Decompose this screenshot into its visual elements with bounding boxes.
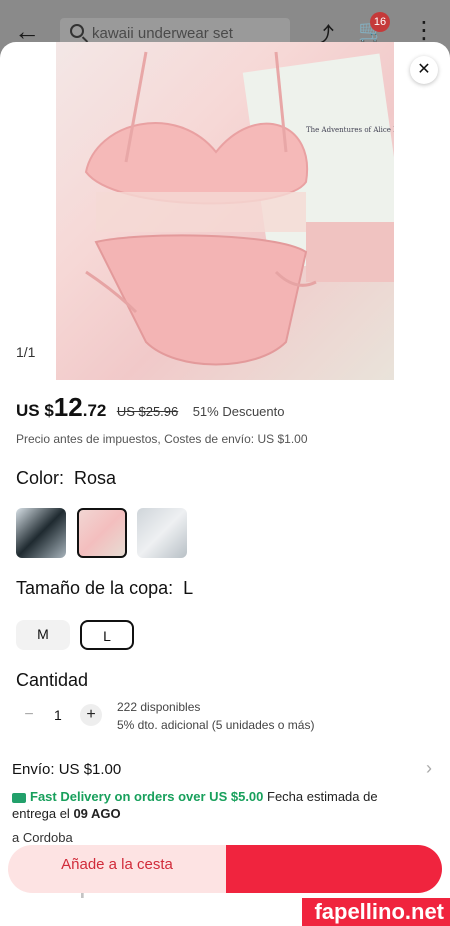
book-cover-text: The Adventures of Alice Lovelier by ALEX… <box>306 126 394 134</box>
quantity-value[interactable]: 1 <box>54 707 62 723</box>
price-integer: 12 <box>53 392 83 422</box>
truck-icon <box>12 792 26 803</box>
cart-count-badge: 16 <box>370 12 390 32</box>
quantity-label: Cantidad <box>16 670 89 690</box>
stock-available: 222 disponibles <box>117 700 201 714</box>
add-to-cart-button[interactable]: Añade a la cesta <box>8 845 226 893</box>
price-decimal: .72 <box>82 401 107 420</box>
cup-size-label: Tamaño de la copa: L <box>16 578 194 598</box>
search-icon <box>70 24 84 38</box>
delivery-date: 09 AGO <box>73 806 121 821</box>
quantity-plus-button[interactable]: + <box>80 704 102 726</box>
shipping-label[interactable]: Envío: US $1.00 <box>12 761 121 778</box>
quantity-minus-button[interactable]: − <box>18 704 40 726</box>
search-query: kawaii underwear set <box>92 25 233 42</box>
sku-bottom-sheet: The Adventures of Alice Lovelier by ALEX… <box>0 42 450 926</box>
original-price: US $25.96 <box>116 404 179 419</box>
product-image[interactable]: The Adventures of Alice Lovelier by ALEX… <box>56 42 394 380</box>
size-option-m[interactable]: M <box>16 620 70 650</box>
color-swatch-white[interactable] <box>137 508 187 558</box>
destination: a Cordoba <box>12 830 73 845</box>
buy-now-button[interactable] <box>226 845 442 893</box>
bulk-discount-note: 5% dto. adicional (5 unidades o más) <box>117 718 315 732</box>
color-swatch-black[interactable] <box>16 508 66 558</box>
image-counter: 1/1 <box>16 344 36 360</box>
color-label: Color: Rosa <box>16 468 117 488</box>
price-row: US $12.72 US $25.96 51% Descuento <box>16 392 284 424</box>
fast-delivery-text: Fast Delivery on orders over US $5.00 <box>30 789 264 804</box>
watermark: fapellino.net <box>302 898 450 926</box>
discount-label: 51% Descuento <box>192 404 285 419</box>
chevron-right-icon[interactable]: › <box>426 758 432 779</box>
size-option-l[interactable]: L <box>80 620 134 650</box>
delivery-estimate: Fast Delivery on orders over US $5.00 Fe… <box>12 788 392 822</box>
color-swatch-rosa[interactable] <box>77 508 127 558</box>
tax-shipping-note: Precio antes de impuestos, Costes de env… <box>16 432 308 446</box>
close-icon[interactable]: ✕ <box>410 56 438 84</box>
price-currency: US $ <box>16 401 54 420</box>
